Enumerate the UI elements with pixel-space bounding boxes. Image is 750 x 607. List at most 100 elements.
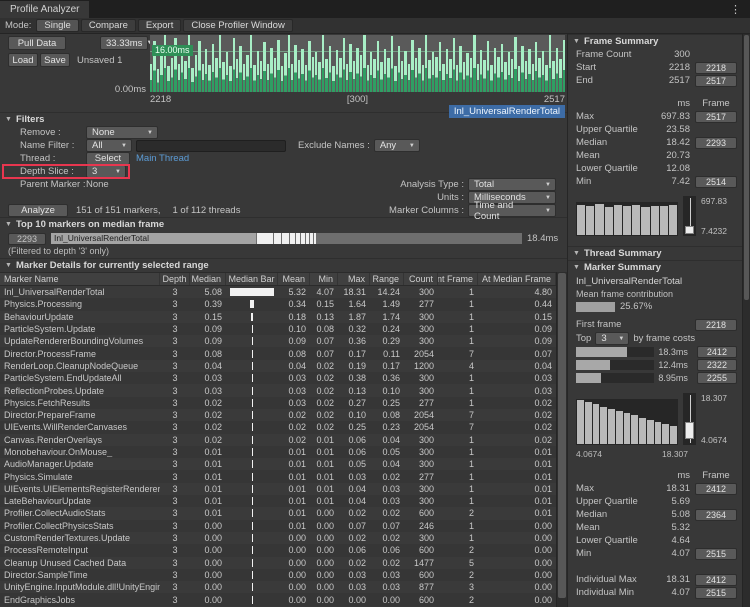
top10-segment[interactable] [290,233,295,244]
column-header[interactable]: Count [404,273,438,285]
depth-slice-dropdown[interactable]: 3▼ [86,165,126,178]
frame-badge-button[interactable]: 2517 [695,75,737,87]
export-button[interactable]: Export [138,19,181,32]
save-button[interactable]: Save [40,53,70,67]
frame-badge-button[interactable]: 2218 [695,319,737,331]
value-cell: 0.01 [310,447,338,457]
column-header[interactable]: Depth [160,273,190,285]
value-cell: 2054 [404,349,438,359]
top-n-dropdown[interactable]: 3▼ [595,332,629,345]
load-button[interactable]: Load [8,53,38,67]
table-row[interactable]: Director.ProcessFrame30.080.080.070.170.… [0,347,556,359]
frame-badge-button[interactable]: 2412 [695,483,737,495]
top10-segment[interactable] [310,233,313,244]
median-frame-badge-button[interactable]: 2293 [8,233,46,245]
table-row[interactable]: BehaviourUpdate30.150.180.131.871.743001… [0,311,556,323]
marker-details-section-header[interactable]: ▼ Marker Details for currently selected … [0,258,567,272]
median-bar [252,559,253,567]
frame-badge-button[interactable]: 2517 [695,111,737,123]
name-filter-mode-dropdown[interactable]: All▼ [86,139,132,152]
top10-stacked-bar[interactable]: Inl_UniversalRenderTotal [51,233,522,244]
remove-dropdown[interactable]: None▼ [86,126,158,139]
top10-segment[interactable]: Inl_UniversalRenderTotal [51,233,256,244]
table-row[interactable]: RenderLoop.CleanupNodeQueue30.040.040.02… [0,360,556,372]
table-row[interactable]: ReflectionProbes.Update30.030.030.020.13… [0,384,556,396]
name-filter-input[interactable] [136,140,286,152]
thread-select-button[interactable]: Select [86,152,130,165]
table-row[interactable]: UIEvents.WillRenderCanvases30.020.020.02… [0,421,556,433]
column-header[interactable]: Range [370,273,404,285]
table-row[interactable]: Cleanup Unused Cached Data30.000.000.000… [0,557,556,569]
table-row[interactable]: Monobehaviour.OnMouse_30.010.010.010.060… [0,446,556,458]
frame-badge-button[interactable]: 2255 [697,372,737,384]
frame-badge-button[interactable]: 2293 [695,137,737,149]
table-row[interactable]: Director.SampleTime30.000.000.000.030.03… [0,569,556,581]
top10-segment[interactable] [301,233,305,244]
frame-time-chart[interactable]: 16.00ms [150,35,565,92]
top10-segment[interactable] [306,233,309,244]
table-row[interactable]: UIEvents.UIElementsRegisterRenderers30.0… [0,483,556,495]
frame-bar [208,65,210,92]
scrollbar-thumb[interactable] [558,273,566,598]
frame-badge-button[interactable]: 2412 [695,574,737,586]
mode-compare-button[interactable]: Compare [81,19,136,32]
marker-summary-header[interactable]: ▼ Marker Summary [568,260,742,274]
value-cell: 0.02 [278,410,310,420]
thread-summary-header[interactable]: ▼ Thread Summary [568,246,742,260]
top10-segment[interactable] [257,233,273,244]
table-row[interactable]: Inl_UniversalRenderTotal35.085.324.0718.… [0,286,556,298]
top10-segment[interactable] [282,233,288,244]
frame-badge-button[interactable]: 2412 [697,346,737,358]
column-header[interactable]: Median [190,273,226,285]
table-row[interactable]: AudioManager.Update30.010.010.010.050.04… [0,458,556,470]
marker-columns-dropdown[interactable]: Time and Count▼ [468,204,556,217]
scale-dropdown[interactable]: 33.33ms▼ [100,36,148,50]
analyze-button[interactable]: Analyze [8,204,68,217]
table-row[interactable]: ProcessRemoteInput30.000.000.000.060.066… [0,544,556,556]
top10-segment[interactable] [296,233,300,244]
table-row[interactable]: ParticleSystem.Update30.090.100.080.320.… [0,323,556,335]
kebab-menu-icon[interactable]: ⋮ [721,3,750,16]
mode-single-button[interactable]: Single [36,19,78,32]
close-profiler-window-button[interactable]: Close Profiler Window [183,19,292,32]
frame-badge-button[interactable]: 2514 [695,176,737,188]
pull-data-button[interactable]: Pull Data [8,36,66,50]
table-scrollbar[interactable] [556,272,567,607]
column-header[interactable]: Mean [278,273,310,285]
table-row[interactable]: Canvas.RenderOverlays30.020.020.010.060.… [0,434,556,446]
table-row[interactable]: UpdateRendererBoundingVolumes30.090.090.… [0,335,556,347]
table-row[interactable]: Profiler.CollectPhysicsStats30.000.010.0… [0,520,556,532]
right-panel-scrollbar[interactable] [742,34,750,607]
frame-badge-button[interactable]: 2322 [697,359,737,371]
analysis-type-dropdown[interactable]: Total▼ [468,178,556,191]
table-row[interactable]: UnityEngine.InputModule.dll!UnityEngineI… [0,581,556,593]
selected-marker-badge[interactable]: Inl_UniversalRenderTotal [449,105,565,118]
top10-segment[interactable] [274,233,282,244]
table-row[interactable]: Physics.FetchResults30.020.030.020.270.2… [0,397,556,409]
frame-badge-button[interactable]: 2515 [695,587,737,599]
table-row[interactable]: EndGraphicsJobs30.000.000.000.000.006002… [0,593,556,605]
scrollbar-thumb[interactable] [744,35,749,300]
top10-segment[interactable] [314,233,316,244]
column-header[interactable]: Median Bar [226,273,278,285]
column-header[interactable]: Count Frame [438,273,478,285]
table-row[interactable]: Director.PrepareFrame30.020.020.020.100.… [0,409,556,421]
table-row[interactable]: LateBehaviourUpdate30.010.010.010.040.03… [0,495,556,507]
table-row[interactable]: Profiler.CollectAudioStats30.010.010.000… [0,507,556,519]
column-header[interactable]: Max [338,273,370,285]
table-row[interactable]: ParticleSystem.EndUpdateAll30.030.030.02… [0,372,556,384]
frame-badge-button[interactable]: 2364 [695,509,737,521]
frame-badge-button[interactable]: 2515 [695,548,737,560]
table-row[interactable]: Physics.Processing30.390.340.151.641.492… [0,298,556,310]
frame-summary-header[interactable]: ▼ Frame Summary [568,34,742,48]
thread-value-link[interactable]: Main Thread [136,153,189,164]
table-row[interactable]: CustomRenderTextures.Update30.000.000.00… [0,532,556,544]
column-header[interactable]: Marker Name [0,273,160,285]
column-header[interactable]: At Median Frame [478,273,556,285]
table-row[interactable]: Physics.Simulate30.010.010.010.030.02277… [0,470,556,482]
tab-profile-analyzer[interactable]: Profile Analyzer [0,1,89,18]
exclude-names-dropdown[interactable]: Any▼ [374,139,420,152]
frame-badge-button[interactable]: 2218 [695,62,737,74]
column-header[interactable]: Min [310,273,338,285]
summary-label: Individual Max [576,574,648,585]
